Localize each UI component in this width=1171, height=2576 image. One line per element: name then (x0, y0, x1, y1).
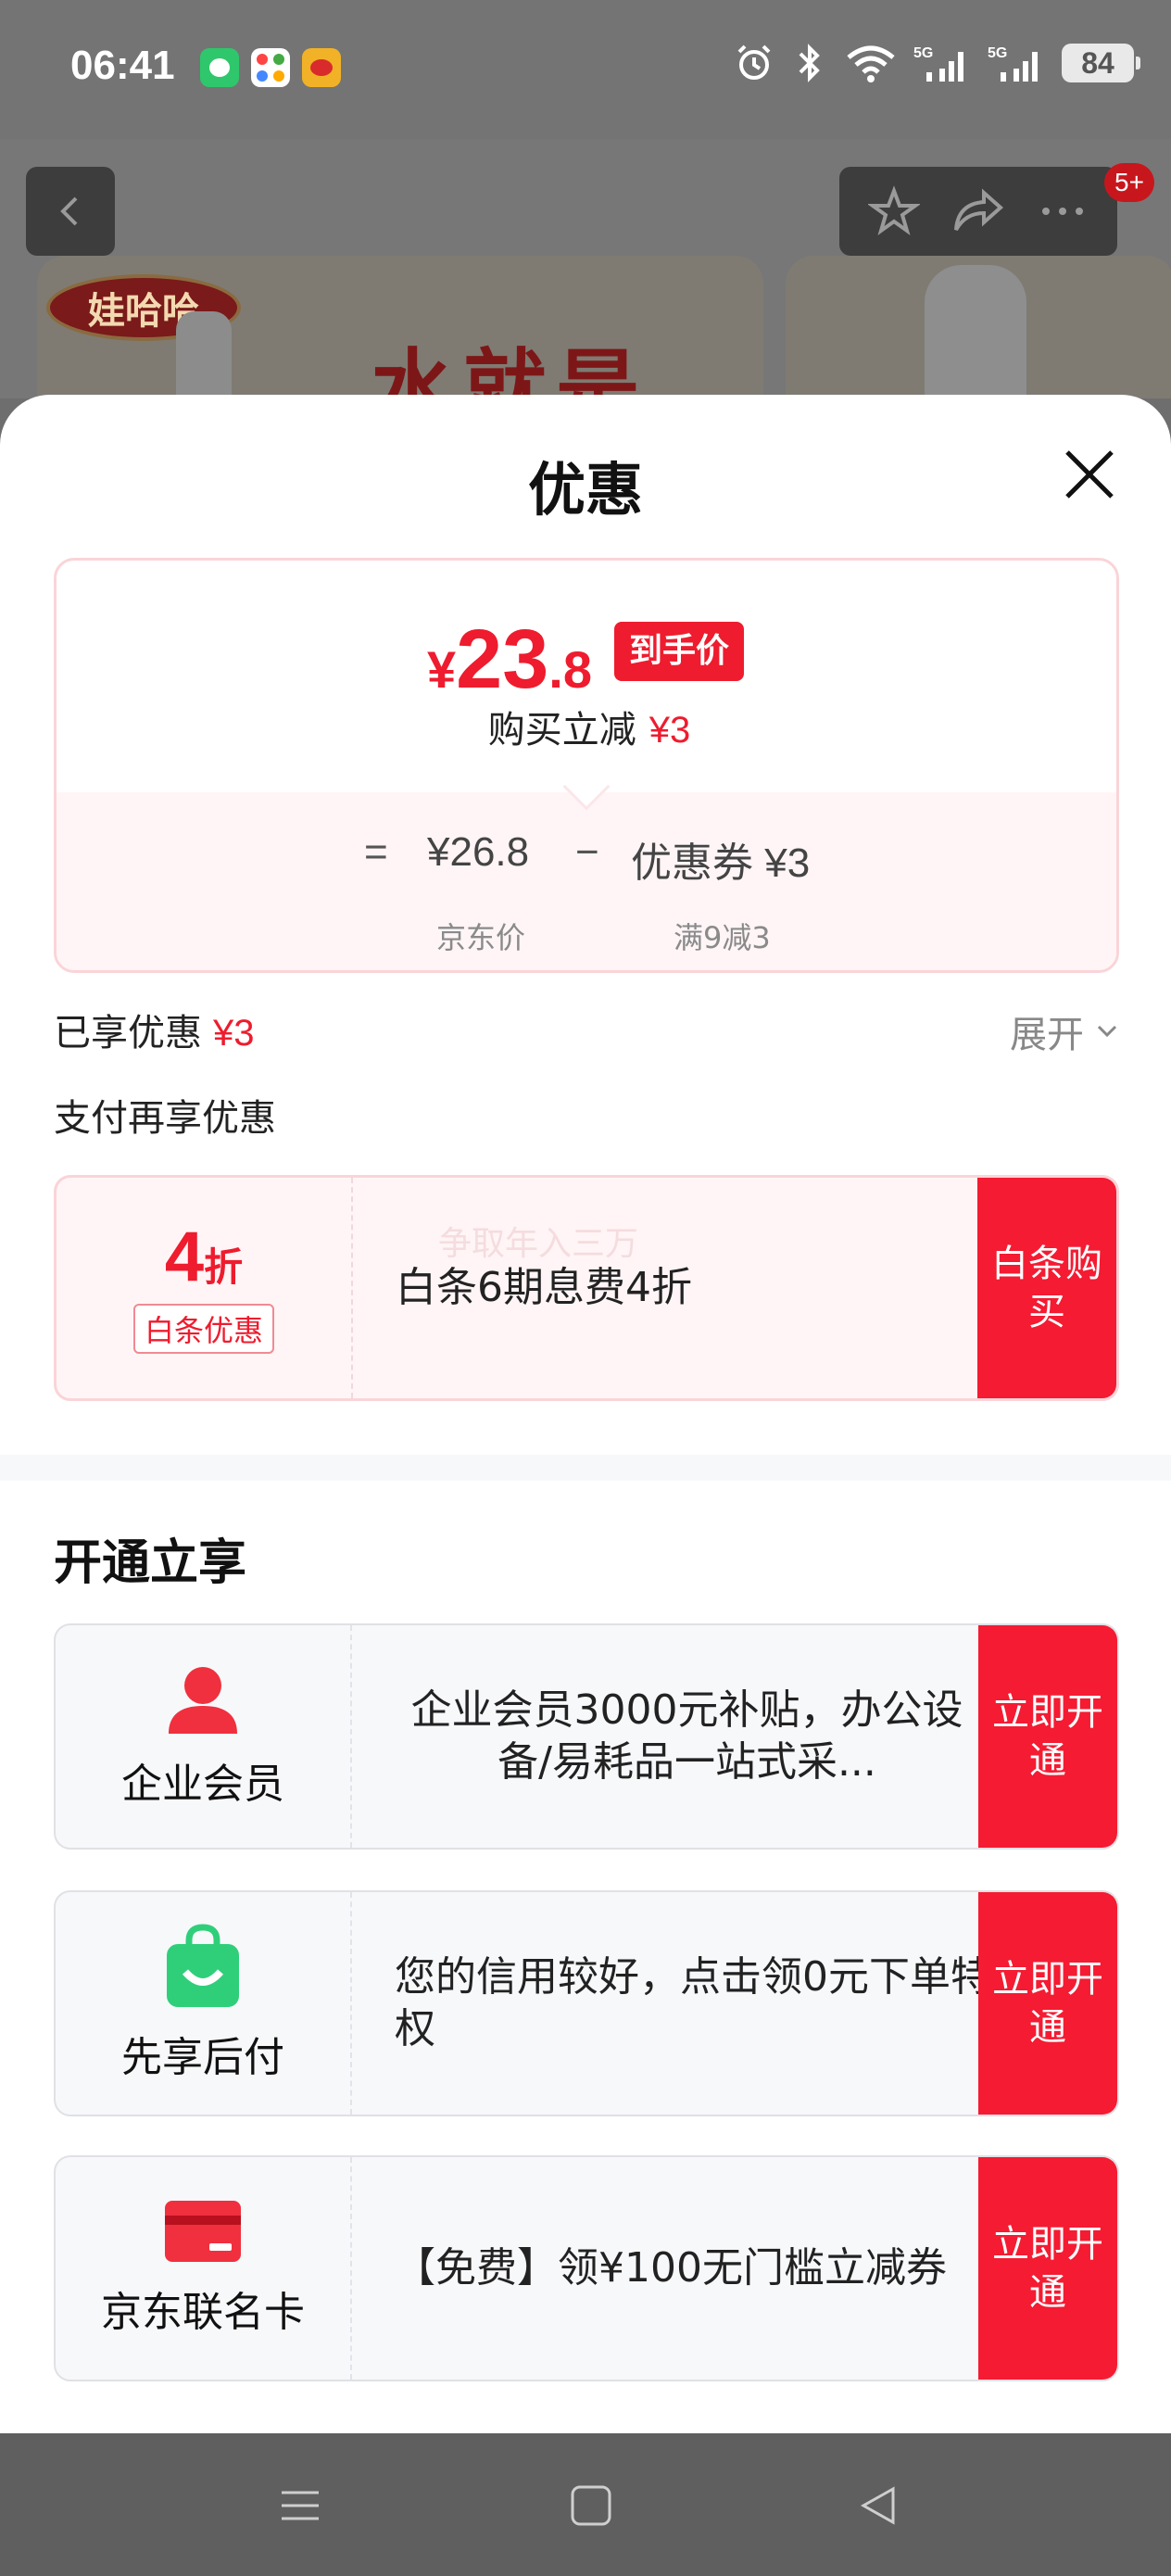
more-icon[interactable] (1037, 185, 1089, 237)
photos-app-icon (251, 48, 290, 87)
baitiao-discount: 4折 白条优惠 (57, 1178, 353, 1398)
discount-number: 4 (164, 1218, 205, 1296)
final-price: ¥23.8 (427, 612, 592, 708)
pay-more-label: 支付再享优惠 (54, 1097, 276, 1140)
buy-reduce-label: 购买立减 (487, 709, 636, 751)
star-icon[interactable] (867, 185, 920, 237)
coupon-condition: 满9减3 (674, 920, 771, 955)
weibo-app-icon (302, 48, 341, 87)
system-navigation-bar (0, 2433, 1171, 2576)
open-now-button[interactable]: 立即开通 (978, 1625, 1117, 1848)
jd-price: ¥26.8 (427, 829, 530, 875)
bottle-image (176, 311, 232, 398)
shopping-bag-icon (167, 1924, 239, 2007)
5g-signal-icon: 5G (913, 45, 963, 82)
chevron-left-icon (60, 196, 78, 226)
system-indicators: 5G 5G 84 (734, 43, 1140, 83)
baitiao-offer-text: 白条6期息费4折 (396, 1264, 692, 1311)
discount-sheet: 优惠 ¥23.8 到手价 购买立减 ¥3 = ¥26.8 − 优惠券 ¥3 京东价… (0, 395, 1171, 2433)
price-card: ¥23.8 到手价 购买立减 ¥3 = ¥26.8 − 优惠券 ¥3 京东价 满9… (54, 558, 1119, 973)
product-image-secondary[interactable] (786, 256, 1171, 398)
member-offer-text: 您的信用较好，点击领0元下单特权 (395, 1953, 991, 2052)
product-image-main[interactable]: 娃哈哈 水就是水 (37, 256, 763, 398)
alarm-icon (737, 44, 771, 80)
discount-unit: 折 (204, 1244, 244, 1290)
messages-app-icon (200, 48, 239, 87)
status-time: 06:41 (70, 43, 175, 88)
pay-later-card[interactable]: 先享后付 您的信用较好，点击领0元下单特权 立即开通 (54, 1890, 1119, 2116)
close-icon[interactable] (1060, 445, 1119, 504)
member-label: 先享后付 (121, 2034, 284, 2081)
credit-card-icon (165, 2201, 241, 2262)
baitiao-buy-button[interactable]: 白条购买 (977, 1178, 1116, 1398)
share-icon[interactable] (951, 185, 1006, 237)
discount-value: 4折 (165, 1222, 243, 1293)
member-offer-text: 【免费】领¥100无门槛立减券 (395, 2244, 947, 2292)
buy-reduce-line: 购买立减 ¥3 (57, 700, 1116, 753)
price-decimal: .8 (548, 640, 592, 699)
svg-text:5G: 5G (988, 45, 1007, 61)
buy-reduce-value: ¥3 (648, 710, 691, 751)
menu-icon[interactable] (276, 2481, 324, 2530)
jd-cobrand-card[interactable]: 京东联名卡 【免费】领¥100无门槛立减券 立即开通 (54, 2155, 1119, 2381)
bluetooth-icon (799, 44, 820, 82)
member-offer-text: 企业会员3000元补贴，办公设备/易耗品一站式采... (393, 1625, 1004, 1848)
enjoyed-discount: 已享优惠 ¥3 (54, 1003, 255, 1056)
enterprise-member-badge: 企业会员 (56, 1625, 352, 1848)
status-bar: 06:41 5G 5G 84 (0, 0, 1171, 139)
price-formula: = ¥26.8 − 优惠券 ¥3 (57, 829, 1116, 886)
chevron-down-icon (1097, 1025, 1117, 1038)
member-offer-description: 企业会员3000元补贴，办公设备/易耗品一站式采... (410, 1686, 963, 1786)
expand-label: 展开 (1010, 1014, 1084, 1056)
equals-sign: = (364, 829, 388, 875)
baitiao-offer-card[interactable]: 4折 白条优惠 争取年入三万 白条6期息费4折 白条购买 (54, 1175, 1119, 1401)
svg-text:5G: 5G (913, 45, 933, 61)
open-now-button[interactable]: 立即开通 (978, 1892, 1117, 2115)
wifi-icon (847, 45, 895, 82)
price-integer: 23 (456, 613, 549, 706)
notification-badge: 5+ (1104, 163, 1154, 202)
open-section-title: 开通立享 (54, 1535, 247, 1591)
coupon-amount: 优惠券 ¥3 (631, 840, 811, 886)
enterprise-member-card[interactable]: 企业会员 企业会员3000元补贴，办公设备/易耗品一站式采... 立即开通 (54, 1623, 1119, 1850)
home-icon[interactable] (567, 2481, 615, 2530)
enjoyed-value: ¥3 (213, 1013, 255, 1054)
member-label: 企业会员 (121, 1761, 284, 1808)
section-divider (0, 1455, 1171, 1481)
user-icon (169, 1667, 237, 1734)
jd-price-label: 京东价 (436, 920, 526, 955)
baitiao-tag: 白条优惠 (132, 1304, 274, 1354)
member-label: 京东联名卡 (101, 2289, 305, 2336)
battery-indicator: 84 (1062, 44, 1140, 82)
sheet-title: 优惠 (527, 456, 643, 524)
expand-toggle[interactable]: 展开 (1010, 1004, 1121, 1058)
back-button[interactable] (26, 167, 115, 256)
bottle-image (925, 265, 1026, 398)
final-price-badge: 到手价 (614, 622, 745, 681)
background-product-page: 5+ 娃哈哈 水就是水 (0, 139, 1171, 398)
top-action-group (839, 167, 1117, 256)
enjoyed-label: 已享优惠 (54, 1012, 202, 1054)
open-now-button[interactable]: 立即开通 (978, 2157, 1117, 2380)
jd-cobrand-badge: 京东联名卡 (56, 2157, 352, 2380)
5g-signal-icon: 5G (988, 45, 1038, 82)
currency-symbol: ¥ (427, 640, 457, 699)
product-banner-text: 水就是水 (371, 339, 648, 398)
back-triangle-icon[interactable] (854, 2481, 902, 2530)
pay-later-badge: 先享后付 (56, 1892, 352, 2115)
minus-sign: − (575, 829, 599, 875)
